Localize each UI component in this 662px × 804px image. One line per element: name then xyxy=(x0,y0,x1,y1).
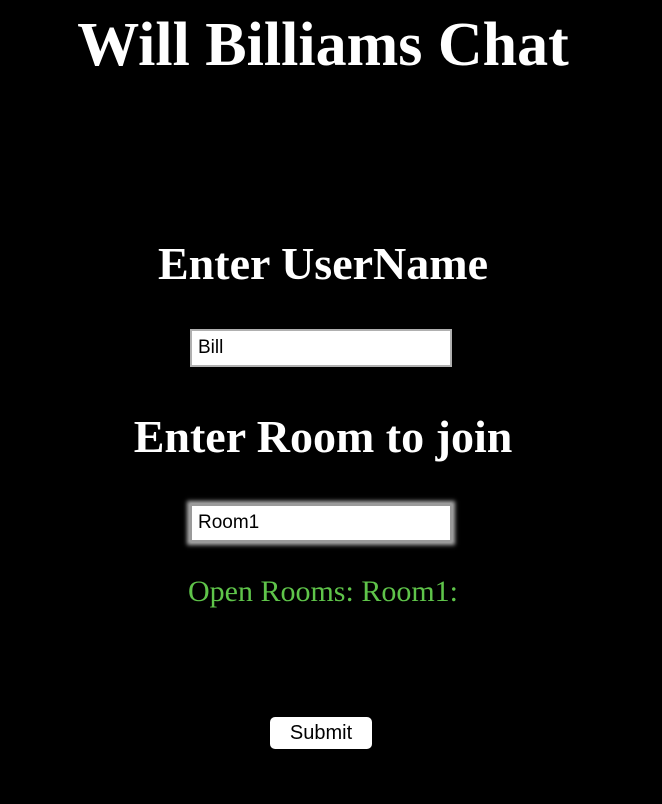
username-input[interactable] xyxy=(190,329,452,367)
open-rooms-label: Open Rooms: Room1: xyxy=(187,575,458,608)
submit-button[interactable]: Submit xyxy=(270,717,372,749)
open-rooms-list: Open Rooms: Room1: xyxy=(0,574,646,610)
app-title: Will Billiams Chat xyxy=(77,11,569,79)
room-input[interactable] xyxy=(190,504,452,542)
room-heading: Enter Room to join xyxy=(133,411,513,462)
username-heading: Enter UserName xyxy=(158,238,488,289)
